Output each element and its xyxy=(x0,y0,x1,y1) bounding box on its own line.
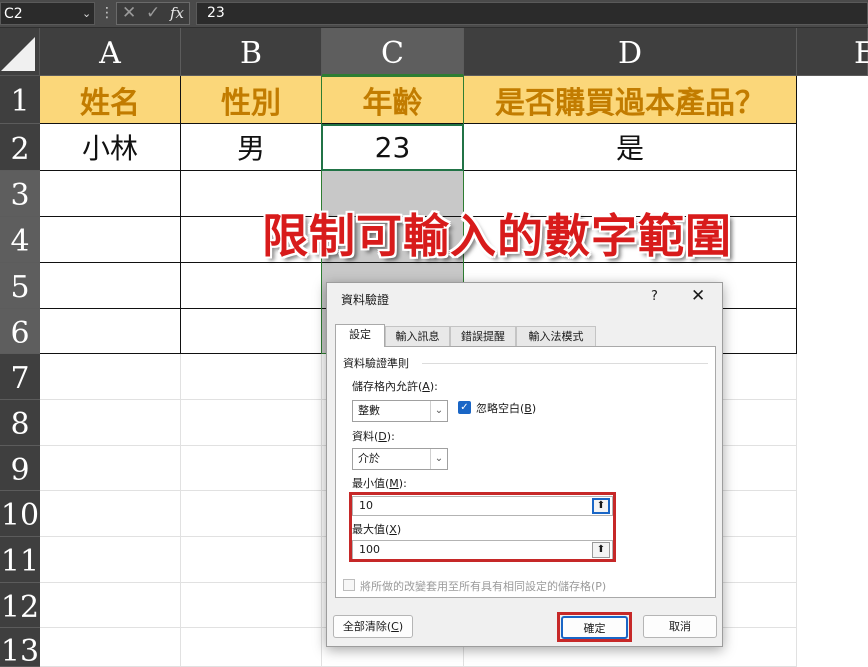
data-validation-dialog: 資料驗證 ? ✕ 設定 輸入訊息 錯誤提醒 輸入法模式 資料驗證準則 儲存格內允… xyxy=(326,282,723,647)
cell-b7[interactable] xyxy=(181,354,322,400)
cell-a4[interactable] xyxy=(40,217,181,263)
column-header-d[interactable]: D xyxy=(464,28,797,76)
cell-a7[interactable] xyxy=(40,354,181,400)
select-all-button[interactable] xyxy=(0,28,40,76)
tab-input-message[interactable]: 輸入訊息 xyxy=(385,326,450,346)
cancel-button[interactable]: 取消 xyxy=(643,615,717,638)
cell-a12[interactable] xyxy=(40,583,181,628)
column-header-a[interactable]: A xyxy=(40,28,181,76)
cell-a6[interactable] xyxy=(40,309,181,354)
chevron-down-icon[interactable]: ⌄ xyxy=(430,401,447,421)
help-icon[interactable]: ? xyxy=(651,289,658,304)
ignore-blank-label: 忽略空白(B) xyxy=(476,402,537,415)
cell-a9[interactable] xyxy=(40,446,181,491)
name-box[interactable]: C2 xyxy=(0,2,95,25)
cell-b11[interactable] xyxy=(181,537,322,583)
cell-b1[interactable]: 性別 xyxy=(181,76,322,124)
cell-a5[interactable] xyxy=(40,263,181,309)
row-header-11[interactable]: 11 xyxy=(0,537,40,583)
apply-all-checkbox[interactable] xyxy=(343,579,355,591)
apply-all-label: 將所做的改變套用至所有具有相同設定的儲存格(P) xyxy=(360,580,607,593)
column-header-e[interactable]: E xyxy=(797,28,868,76)
allow-label: 儲存格內允許(A): xyxy=(352,380,438,393)
row-header-1[interactable]: 1 xyxy=(0,76,40,124)
tab-settings[interactable]: 設定 xyxy=(335,324,385,347)
data-label: 資料(D): xyxy=(352,430,395,443)
cell-a10[interactable] xyxy=(40,491,181,537)
insert-function-icon[interactable]: fx xyxy=(170,3,184,24)
select-all-icon xyxy=(1,37,35,71)
group-divider xyxy=(422,363,708,364)
allow-select-value: 整數 xyxy=(358,404,380,417)
dialog-tabs: 設定 輸入訊息 錯誤提醒 輸入法模式 xyxy=(335,324,716,347)
cell-a1[interactable]: 姓名 xyxy=(40,76,181,124)
ok-button-highlight xyxy=(557,612,632,642)
annotation-title: 限制可輸入的數字範圍 xyxy=(262,209,732,263)
row-header-10[interactable]: 10 xyxy=(0,491,40,537)
cell-b13[interactable] xyxy=(181,628,322,667)
enter-icon[interactable]: ✓ xyxy=(146,3,160,24)
cell-a11[interactable] xyxy=(40,537,181,583)
cell-c2[interactable]: 23 xyxy=(322,124,464,171)
min-max-highlight xyxy=(349,492,616,562)
column-header-b[interactable]: B xyxy=(181,28,322,76)
cell-b6[interactable] xyxy=(181,309,322,354)
chevron-down-icon[interactable]: ⌄ xyxy=(82,2,91,25)
row-header-13[interactable]: 13 xyxy=(0,628,40,667)
row-header-6[interactable]: 6 xyxy=(0,309,40,354)
row-header-9[interactable]: 9 xyxy=(0,446,40,491)
formula-input[interactable]: 23 xyxy=(196,2,868,25)
close-icon[interactable]: ✕ xyxy=(691,286,705,306)
minimum-label: 最小值(M): xyxy=(352,475,407,491)
clear-all-button[interactable]: 全部清除(C) xyxy=(333,615,413,638)
cell-b12[interactable] xyxy=(181,583,322,628)
ignore-blank-checkbox[interactable]: ✓ xyxy=(458,401,471,414)
cell-a2[interactable]: 小林 xyxy=(40,124,181,171)
row-header-2[interactable]: 2 xyxy=(0,124,40,171)
cell-a3[interactable] xyxy=(40,171,181,217)
allow-select[interactable]: 整數 ⌄ xyxy=(352,400,448,422)
cell-c1[interactable]: 年齡 xyxy=(322,76,464,124)
tab-ime-mode[interactable]: 輸入法模式 xyxy=(516,326,596,346)
row-header-8[interactable]: 8 xyxy=(0,400,40,446)
cell-b10[interactable] xyxy=(181,491,322,537)
cell-a8[interactable] xyxy=(40,400,181,446)
row-header-3[interactable]: 3 xyxy=(0,171,40,217)
dialog-title: 資料驗證 xyxy=(341,293,390,307)
data-select-value: 介於 xyxy=(358,452,380,465)
cell-b9[interactable] xyxy=(181,446,322,491)
more-options-icon[interactable]: ⋮ xyxy=(100,2,114,25)
row-header-7[interactable]: 7 xyxy=(0,354,40,400)
tab-error-alert[interactable]: 錯誤提醒 xyxy=(450,326,516,346)
row-header-5[interactable]: 5 xyxy=(0,263,40,309)
column-header-c[interactable]: C xyxy=(322,28,464,76)
row-header-4[interactable]: 4 xyxy=(0,217,40,263)
formula-bar: C2 ⌄ ⋮ ✕ ✓ fx 23 xyxy=(0,0,868,28)
cell-d1[interactable]: 是否購買過本產品？ xyxy=(464,76,797,124)
cancel-icon[interactable]: ✕ xyxy=(122,3,136,24)
cell-d2[interactable]: 是 xyxy=(464,124,797,171)
cell-b5[interactable] xyxy=(181,263,322,309)
cell-b8[interactable] xyxy=(181,400,322,446)
settings-panel: 資料驗證準則 儲存格內允許(A): 整數 ⌄ ✓ 忽略空白(B) 資料(D): … xyxy=(335,346,716,598)
chevron-down-icon[interactable]: ⌄ xyxy=(430,449,447,469)
cell-b2[interactable]: 男 xyxy=(181,124,322,171)
data-select[interactable]: 介於 ⌄ xyxy=(352,448,448,470)
cell-a13[interactable] xyxy=(40,628,181,667)
row-header-12[interactable]: 12 xyxy=(0,583,40,628)
criteria-group-label: 資料驗證準則 xyxy=(343,357,409,370)
formula-buttons: ✕ ✓ fx xyxy=(116,2,190,25)
